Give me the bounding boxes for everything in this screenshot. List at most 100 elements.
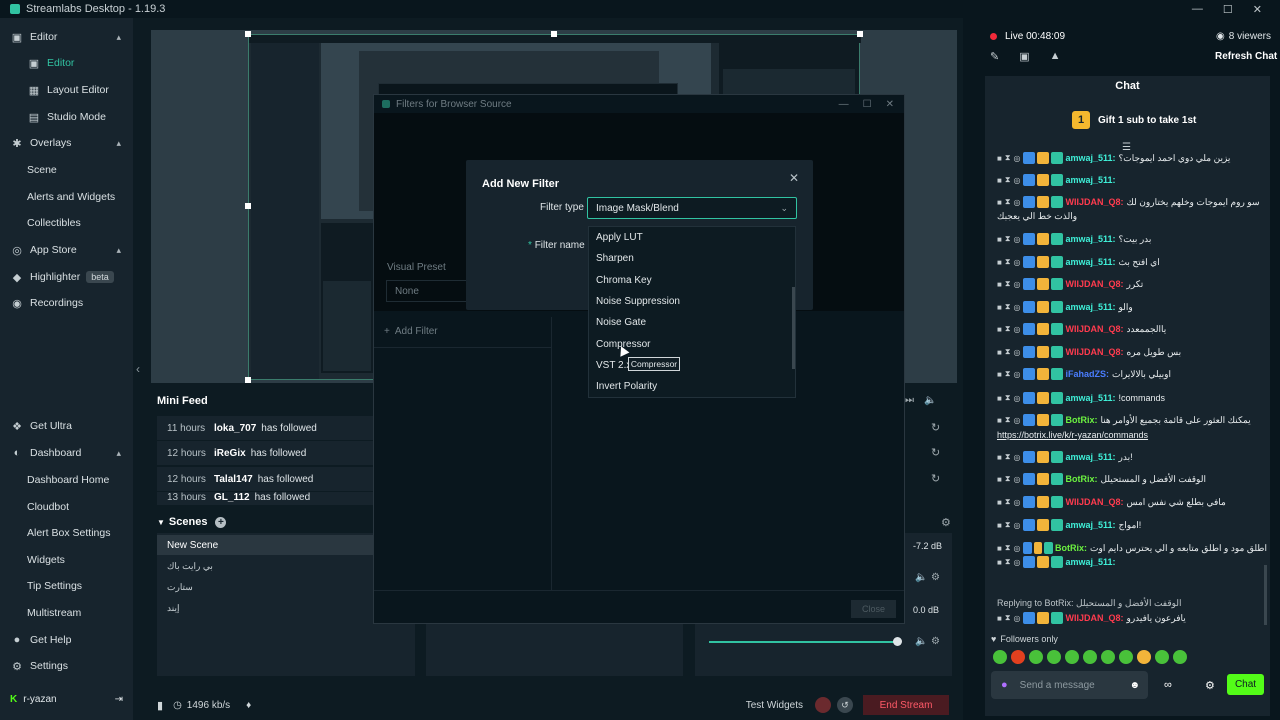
emote-icon[interactable] bbox=[1173, 650, 1187, 664]
ban-icon[interactable]: ◎ bbox=[1013, 498, 1020, 507]
chevron-up-icon[interactable]: ▴ bbox=[116, 448, 121, 459]
scene-item[interactable]: إيند bbox=[157, 598, 409, 618]
timeout-icon[interactable]: ⧗ bbox=[1005, 557, 1011, 567]
timeout-icon[interactable]: ⧗ bbox=[1005, 279, 1011, 289]
filter-option[interactable]: Invert Polarity bbox=[596, 381, 657, 392]
sidebar-item-scene[interactable]: Scene bbox=[0, 157, 133, 183]
delete-icon[interactable]: ■ bbox=[997, 453, 1002, 462]
mute-icon[interactable]: 🔈 bbox=[915, 636, 927, 647]
mic-icon[interactable]: ● bbox=[1001, 679, 1008, 691]
ban-icon[interactable]: ◎ bbox=[1013, 521, 1020, 530]
emote-icon[interactable] bbox=[1137, 650, 1151, 664]
sidebar-item-tip-settings[interactable]: Tip Settings bbox=[0, 573, 133, 599]
sidebar-item-collectibles[interactable]: Collectibles bbox=[0, 210, 133, 236]
minimize-icon[interactable]: — bbox=[839, 99, 849, 110]
resize-handle[interactable] bbox=[245, 377, 251, 383]
close-icon[interactable]: ✕ bbox=[1253, 3, 1262, 16]
filter-option[interactable]: Noise Suppression bbox=[596, 296, 680, 307]
timeout-icon[interactable]: ⧗ bbox=[1005, 197, 1011, 207]
ban-icon[interactable]: ◎ bbox=[1013, 558, 1020, 567]
user-row[interactable]: K r-yazan ⇥ bbox=[0, 688, 133, 710]
timeout-icon[interactable]: ⧗ bbox=[1005, 153, 1011, 163]
chat-username[interactable]: iFahadZS: bbox=[1065, 369, 1109, 379]
sidebar-item-alerts-and-widgets[interactable]: Alerts and Widgets bbox=[0, 184, 133, 210]
chat-username[interactable]: amwaj_511: bbox=[1065, 175, 1115, 185]
dropdown-scrollbar[interactable] bbox=[792, 287, 795, 369]
chat-username[interactable]: WIIJDAN_Q8: bbox=[1065, 497, 1123, 507]
sidebar-item-highlighter[interactable]: ◆ Highlighter beta bbox=[0, 264, 133, 290]
delete-icon[interactable]: ■ bbox=[997, 416, 1002, 425]
delete-icon[interactable]: ■ bbox=[997, 475, 1002, 484]
close-icon[interactable]: ✕ bbox=[886, 99, 894, 110]
delete-icon[interactable]: ■ bbox=[997, 498, 1002, 507]
timeout-icon[interactable]: ⧗ bbox=[1005, 497, 1011, 507]
delete-icon[interactable]: ■ bbox=[997, 198, 1002, 207]
delete-icon[interactable]: ■ bbox=[997, 558, 1002, 567]
delete-icon[interactable]: ■ bbox=[997, 303, 1002, 312]
scene-item[interactable]: New Scene bbox=[157, 535, 409, 555]
emote-icon[interactable] bbox=[1011, 650, 1025, 664]
sidebar-item-get-help[interactable]: ● Get Help bbox=[0, 627, 133, 653]
ban-icon[interactable]: ◎ bbox=[1013, 198, 1020, 207]
ban-icon[interactable]: ◎ bbox=[1013, 325, 1020, 334]
chat-username[interactable]: WIIJDAN_Q8: bbox=[1065, 197, 1123, 207]
rec-button[interactable] bbox=[815, 697, 831, 713]
delete-icon[interactable]: ■ bbox=[997, 614, 1002, 623]
edit-icon[interactable]: ✎ bbox=[990, 50, 999, 63]
sidebar-item-editor[interactable]: ▣ Editor bbox=[0, 50, 133, 76]
timeout-icon[interactable]: ⧗ bbox=[1005, 369, 1011, 379]
chat-input[interactable]: Send a message bbox=[1020, 680, 1095, 691]
stats-icon[interactable]: ▮ bbox=[157, 699, 163, 712]
chat-username[interactable]: amwaj_511: bbox=[1065, 153, 1115, 163]
emote-icon[interactable] bbox=[1065, 650, 1079, 664]
bell-icon[interactable]: ♦ bbox=[246, 700, 251, 711]
ban-icon[interactable]: ◎ bbox=[1013, 154, 1020, 163]
volume-slider[interactable] bbox=[709, 641, 899, 643]
timeout-icon[interactable]: ⧗ bbox=[1005, 452, 1011, 462]
delete-icon[interactable]: ■ bbox=[997, 370, 1002, 379]
ban-icon[interactable]: ◎ bbox=[1013, 303, 1020, 312]
refresh-chat-button[interactable]: Refresh Chat bbox=[1215, 51, 1277, 62]
chevron-up-icon[interactable]: ▴ bbox=[116, 245, 121, 256]
resize-handle[interactable] bbox=[857, 31, 863, 37]
emote-icon[interactable] bbox=[993, 650, 1007, 664]
timeout-icon[interactable]: ⧗ bbox=[1005, 474, 1011, 484]
timeout-icon[interactable]: ⧗ bbox=[1005, 234, 1011, 244]
timeout-icon[interactable]: ⧗ bbox=[1005, 175, 1011, 185]
replay-icon[interactable]: ↻ bbox=[931, 421, 940, 434]
sidebar-item-dashboard-home[interactable]: Dashboard Home bbox=[0, 467, 133, 493]
chat-username[interactable]: amwaj_511: bbox=[1065, 302, 1115, 312]
emote-icon[interactable] bbox=[1155, 650, 1169, 664]
ban-icon[interactable]: ◎ bbox=[1013, 235, 1020, 244]
chat-username[interactable]: WIIJDAN_Q8: bbox=[1065, 347, 1123, 357]
chat-send-button[interactable]: Chat bbox=[1227, 674, 1264, 695]
timeout-icon[interactable]: ⧗ bbox=[1005, 613, 1011, 623]
delete-icon[interactable]: ■ bbox=[997, 394, 1002, 403]
chat-username[interactable]: amwaj_511: bbox=[1065, 393, 1115, 403]
delete-icon[interactable]: ■ bbox=[997, 544, 1002, 553]
chat-username[interactable]: amwaj_511: bbox=[1065, 520, 1115, 530]
replay-icon[interactable]: ↻ bbox=[931, 472, 940, 485]
sidebar-item-layout-editor[interactable]: ▦ Layout Editor bbox=[0, 77, 133, 103]
timeout-icon[interactable]: ⧗ bbox=[1005, 302, 1011, 312]
sidebar-item-dashboard[interactable]: ◐ Dashboard ▴ bbox=[0, 440, 133, 466]
dashboard-icon[interactable]: ▣ bbox=[1019, 50, 1029, 63]
volume-icon[interactable]: 🔈 bbox=[924, 395, 936, 406]
chat-input-box[interactable]: ● Send a message ☻ bbox=[991, 671, 1148, 699]
filter-type-select[interactable]: Image Mask/Blend ⌄ bbox=[587, 197, 797, 219]
add-filter-button[interactable]: + Add Filter bbox=[384, 326, 438, 337]
chevron-up-icon[interactable]: ▴ bbox=[116, 32, 121, 43]
timeout-icon[interactable]: ⧗ bbox=[1005, 347, 1011, 357]
gear-icon[interactable]: ⚙ bbox=[931, 572, 940, 583]
bits-icon[interactable]: ∞ bbox=[1164, 679, 1172, 691]
maximize-icon[interactable]: ☐ bbox=[863, 99, 872, 110]
gear-icon[interactable]: ⚙ bbox=[931, 636, 940, 647]
delete-icon[interactable]: ■ bbox=[997, 280, 1002, 289]
ban-icon[interactable]: ◎ bbox=[1013, 394, 1020, 403]
ban-icon[interactable]: ◎ bbox=[1013, 453, 1020, 462]
replay-buffer-icon[interactable]: ↺ bbox=[837, 697, 853, 713]
chat-username[interactable]: amwaj_511: bbox=[1065, 557, 1115, 567]
ban-icon[interactable]: ◎ bbox=[1013, 416, 1020, 425]
resize-handle[interactable] bbox=[551, 31, 557, 37]
emote-icon[interactable] bbox=[1119, 650, 1133, 664]
